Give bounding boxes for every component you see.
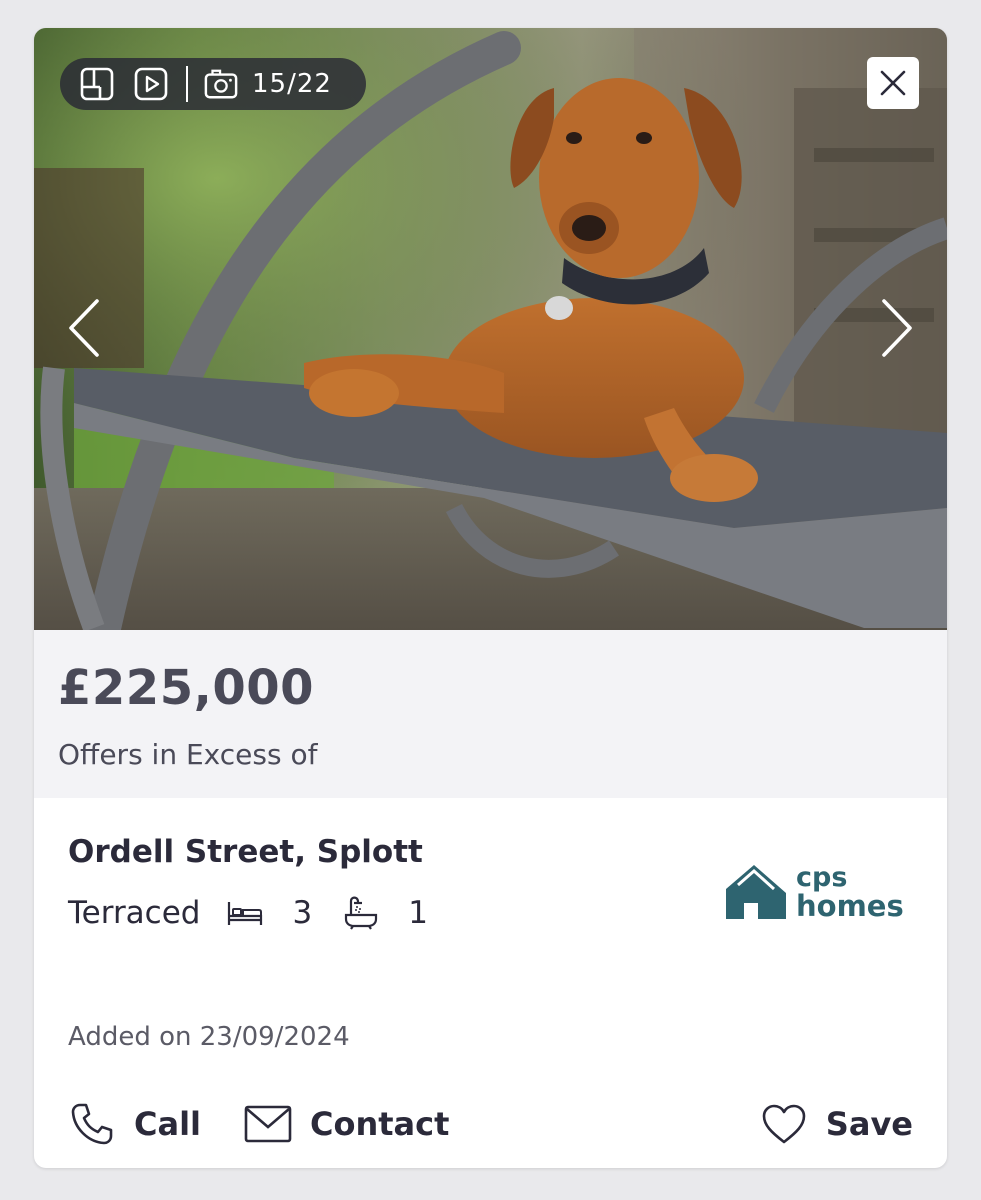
price-section: £225,000 Offers in Excess of [34, 630, 947, 798]
video-play-icon[interactable] [134, 67, 168, 101]
contact-button[interactable]: Contact [244, 1100, 449, 1148]
phone-icon [68, 1100, 116, 1148]
bath-icon [342, 894, 380, 932]
date-added: Added on 23/09/2024 [68, 1022, 350, 1052]
agent-logo-line2: homes [796, 889, 904, 923]
heart-icon [760, 1100, 808, 1148]
envelope-icon [244, 1100, 292, 1148]
house-logo-icon [726, 865, 786, 919]
chevron-left-icon [69, 299, 99, 357]
save-button[interactable]: Save [760, 1100, 913, 1148]
agent-logo[interactable]: cps homes [724, 860, 914, 924]
property-meta: Terraced 3 1 [68, 894, 458, 932]
property-card: 15/22 £225,000 Offers in Excess of Ordel… [34, 28, 947, 1168]
property-type: Terraced [68, 895, 201, 931]
agent-logo-line1: cps [796, 862, 848, 893]
camera-icon[interactable] [204, 67, 238, 101]
price-qualifier: Offers in Excess of [58, 738, 318, 771]
listing-details: Ordell Street, Splott Terraced 3 1 cps h… [34, 798, 947, 1168]
toolbar-divider [186, 66, 188, 102]
floorplan-icon[interactable] [80, 67, 114, 101]
property-photo[interactable]: 15/22 [34, 28, 947, 630]
call-button[interactable]: Call [68, 1100, 201, 1148]
media-toolbar: 15/22 [60, 58, 366, 110]
call-label: Call [134, 1105, 202, 1143]
bed-icon [226, 894, 264, 932]
next-photo-button[interactable] [877, 298, 917, 358]
contact-label: Contact [310, 1105, 450, 1143]
property-address[interactable]: Ordell Street, Splott [68, 834, 423, 870]
bathroom-count: 1 [408, 895, 428, 931]
close-button[interactable] [867, 57, 919, 109]
chevron-right-icon [882, 299, 912, 357]
action-bar: Call Contact Save [68, 1100, 913, 1150]
save-label: Save [825, 1105, 913, 1143]
close-icon [880, 70, 906, 96]
bedroom-count: 3 [292, 895, 313, 931]
previous-photo-button[interactable] [64, 298, 104, 358]
dog-on-lounger-photo [34, 28, 947, 630]
agent-logo-text: cps homes [796, 862, 904, 923]
price: £225,000 [58, 660, 315, 716]
photo-counter: 15/22 [252, 69, 332, 99]
